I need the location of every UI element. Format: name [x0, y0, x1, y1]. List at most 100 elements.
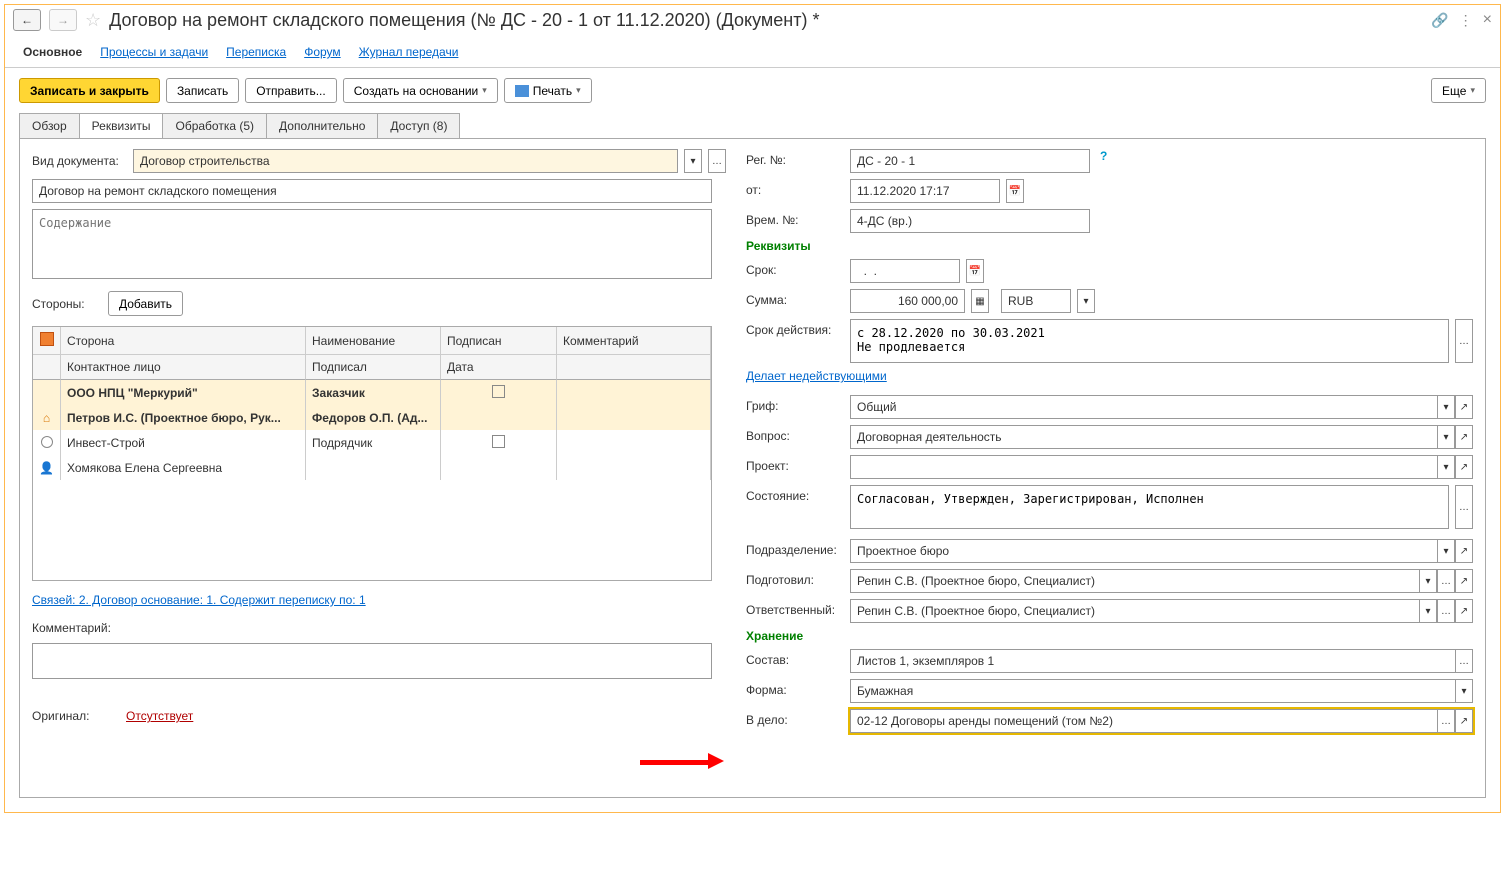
subnav-main[interactable]: Основное: [23, 45, 82, 59]
state-select[interactable]: …: [1455, 485, 1473, 529]
subnav-transfer-log[interactable]: Журнал передачи: [359, 45, 459, 59]
printer-icon: [515, 85, 529, 97]
term-label: Срок:: [746, 259, 844, 277]
content-textarea[interactable]: [32, 209, 712, 279]
th-side[interactable]: Сторона: [61, 327, 306, 355]
th-date[interactable]: Дата: [441, 355, 557, 380]
add-party-button[interactable]: Добавить: [108, 291, 183, 316]
composition-input[interactable]: [850, 649, 1455, 673]
help-icon[interactable]: ?: [1100, 149, 1107, 163]
th-contact[interactable]: Контактное лицо: [61, 355, 306, 380]
page-title: Договор на ремонт складского помещения (…: [109, 10, 1423, 31]
favorite-star-icon[interactable]: ☆: [85, 10, 101, 31]
term-input[interactable]: [850, 259, 960, 283]
prepared-select[interactable]: …: [1437, 569, 1455, 593]
subnav-forum[interactable]: Форум: [304, 45, 340, 59]
tab-access[interactable]: Доступ (8): [377, 113, 460, 138]
send-button[interactable]: Отправить...: [245, 78, 337, 103]
table-row[interactable]: 👤 Хомякова Елена Сергеевна: [33, 456, 711, 480]
doc-kind-label: Вид документа:: [32, 154, 127, 168]
term-calendar[interactable]: 📅: [966, 259, 984, 283]
nav-back-button[interactable]: ←: [13, 9, 41, 31]
requisites-section: Реквизиты: [746, 239, 1473, 253]
doc-name-input[interactable]: [32, 179, 712, 203]
grif-label: Гриф:: [746, 395, 844, 413]
create-based-button[interactable]: Создать на основании: [343, 78, 498, 103]
checkbox[interactable]: [492, 385, 505, 398]
grif-input[interactable]: [850, 395, 1437, 419]
composition-select[interactable]: …: [1455, 649, 1473, 673]
responsible-select[interactable]: …: [1437, 599, 1455, 623]
department-input[interactable]: [850, 539, 1437, 563]
question-dropdown[interactable]: ▾: [1437, 425, 1455, 449]
more-button[interactable]: Еще: [1431, 78, 1486, 103]
validity-label: Срок действия:: [746, 319, 844, 337]
project-open[interactable]: ↗: [1455, 455, 1473, 479]
comment-label: Комментарий:: [32, 621, 726, 635]
comment-input[interactable]: [32, 643, 712, 679]
th-signer[interactable]: Подписал: [306, 355, 441, 380]
prepared-input[interactable]: [850, 569, 1419, 593]
grif-open[interactable]: ↗: [1455, 395, 1473, 419]
table-row[interactable]: ⌂ Петров И.С. (Проектное бюро, Рук... Фе…: [33, 406, 711, 430]
state-input[interactable]: Согласован, Утвержден, Зарегистрирован, …: [850, 485, 1449, 529]
project-dropdown[interactable]: ▾: [1437, 455, 1455, 479]
to-case-input[interactable]: [850, 709, 1437, 733]
link-icon[interactable]: 🔗: [1431, 12, 1448, 29]
tab-processing[interactable]: Обработка (5): [162, 113, 267, 138]
from-calendar[interactable]: 📅: [1006, 179, 1024, 203]
doc-kind-dropdown[interactable]: ▾: [684, 149, 702, 173]
th-name[interactable]: Наименование: [306, 327, 441, 355]
save-close-button[interactable]: Записать и закрыть: [19, 78, 160, 103]
nav-forward-button[interactable]: →: [49, 9, 77, 31]
grif-dropdown[interactable]: ▾: [1437, 395, 1455, 419]
to-case-select[interactable]: …: [1437, 709, 1455, 733]
tab-overview[interactable]: Обзор: [19, 113, 80, 138]
validity-input[interactable]: с 28.12.2020 по 30.03.2021 Не продлевает…: [850, 319, 1449, 363]
envelope-icon: [40, 332, 54, 346]
th-comment[interactable]: Комментарий: [557, 327, 711, 355]
th-signed[interactable]: Подписан: [441, 327, 557, 355]
to-case-open[interactable]: ↗: [1455, 709, 1473, 733]
form-dropdown[interactable]: ▾: [1455, 679, 1473, 703]
validity-select[interactable]: …: [1455, 319, 1473, 363]
links-summary[interactable]: Связей: 2. Договор основание: 1. Содержи…: [32, 593, 726, 607]
sum-input[interactable]: [850, 289, 965, 313]
table-row[interactable]: ООО НПЦ "Меркурий" Заказчик: [33, 380, 711, 406]
checkbox[interactable]: [492, 435, 505, 448]
department-dropdown[interactable]: ▾: [1437, 539, 1455, 563]
department-open[interactable]: ↗: [1455, 539, 1473, 563]
original-value[interactable]: Отсутствует: [126, 709, 193, 723]
parties-table: Сторона Наименование Подписан Комментари…: [32, 326, 712, 581]
kebab-menu-icon[interactable]: ⋮: [1459, 12, 1473, 29]
sum-label: Сумма:: [746, 289, 844, 307]
reg-no-input[interactable]: [850, 149, 1090, 173]
print-button[interactable]: Печать: [504, 78, 592, 103]
currency-input[interactable]: [1001, 289, 1071, 313]
form-input[interactable]: [850, 679, 1455, 703]
sum-calc[interactable]: ▦: [971, 289, 989, 313]
tab-requisites[interactable]: Реквизиты: [79, 113, 164, 138]
doc-kind-select[interactable]: …: [708, 149, 726, 173]
invalidates-link[interactable]: Делает недействующими: [746, 369, 1473, 383]
responsible-dropdown[interactable]: ▾: [1419, 599, 1437, 623]
doc-kind-input[interactable]: [133, 149, 678, 173]
question-open[interactable]: ↗: [1455, 425, 1473, 449]
subnav-processes[interactable]: Процессы и задачи: [100, 45, 208, 59]
tab-additional[interactable]: Дополнительно: [266, 113, 378, 138]
prepared-open[interactable]: ↗: [1455, 569, 1473, 593]
save-button[interactable]: Записать: [166, 78, 239, 103]
prepared-dropdown[interactable]: ▾: [1419, 569, 1437, 593]
subnav-correspondence[interactable]: Переписка: [226, 45, 286, 59]
from-input[interactable]: [850, 179, 1000, 203]
circle-icon: [41, 436, 53, 448]
close-icon[interactable]: ×: [1483, 11, 1492, 29]
project-input[interactable]: [850, 455, 1437, 479]
question-input[interactable]: [850, 425, 1437, 449]
responsible-open[interactable]: ↗: [1455, 599, 1473, 623]
temp-no-input[interactable]: [850, 209, 1090, 233]
currency-dropdown[interactable]: ▾: [1077, 289, 1095, 313]
responsible-input[interactable]: [850, 599, 1419, 623]
table-row[interactable]: Инвест-Строй Подрядчик: [33, 430, 711, 456]
person-icon: 👤: [39, 461, 54, 475]
